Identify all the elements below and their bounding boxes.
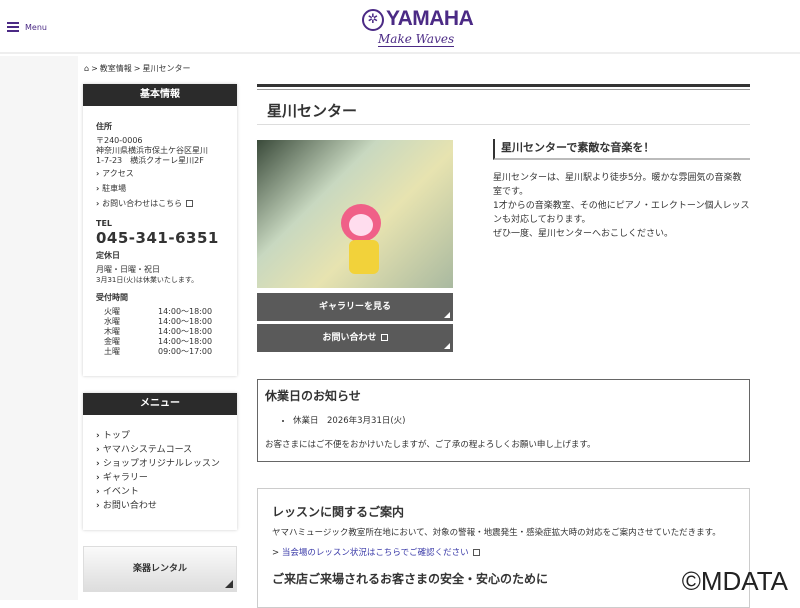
- breadcrumb: ⌂ > 教室情報 > 星川センター: [84, 63, 190, 74]
- menu-label: Menu: [25, 22, 47, 32]
- mascot-body: [349, 240, 379, 274]
- gallery-button-label: ギャラリーを見る: [318, 302, 391, 312]
- hours-time: 14:00〜18:00: [158, 327, 213, 336]
- divider: [257, 124, 750, 125]
- contact-button-label: お問い合わせ: [322, 333, 377, 343]
- breadcrumb-sep: >: [133, 64, 141, 73]
- menu-panel: メニュー トップ ヤマハシステムコース ショップオリジナルレッスン ギャラリー …: [83, 393, 237, 530]
- home-icon[interactable]: ⌂: [84, 64, 89, 73]
- hours-label: 受付時間: [96, 293, 128, 302]
- title-rule: [257, 84, 750, 90]
- external-link-icon: [472, 549, 480, 556]
- logo-text: YAMAHA: [386, 7, 474, 30]
- tel-label: TEL: [96, 219, 113, 228]
- menu-item-event[interactable]: イベント: [96, 487, 224, 497]
- mascot-image: [341, 204, 381, 242]
- notice-heading: 休業日のお知らせ: [265, 389, 361, 403]
- safety-heading: ご来店ご来場されるお客さまの安全・安心のために: [272, 572, 549, 586]
- lesson-info: レッスンに関するご案内 ヤマハミュージック教室所在地において、対象の警報・地震発…: [257, 488, 750, 608]
- tuning-fork-icon: ✲: [362, 9, 384, 31]
- address-line: 1-7-23 横浜クオーレ星川2F: [96, 156, 204, 165]
- hours-day: 火曜: [104, 307, 120, 316]
- breadcrumb-item[interactable]: 教室情報: [100, 63, 132, 74]
- hours-time: 09:00〜17:00: [158, 347, 213, 356]
- postal-code: 〒240-0006: [96, 136, 143, 145]
- intro-line: ぜひ一度、星川センターへおこしください。: [493, 229, 674, 239]
- parking-link[interactable]: 駐車場: [96, 184, 224, 194]
- hours-day: 木曜: [104, 327, 120, 336]
- access-link[interactable]: アクセス: [96, 169, 224, 179]
- external-link-icon: [380, 334, 388, 341]
- corner-arrow-icon: [444, 343, 450, 349]
- menu-item-system-course[interactable]: ヤマハシステムコース: [96, 445, 224, 455]
- hours-time: 14:00〜18:00: [158, 307, 213, 316]
- center-photo: [257, 140, 453, 288]
- logo-tagline: Make Waves: [378, 32, 455, 47]
- notice-item: 休業日 2026年3月31日(火): [293, 414, 742, 426]
- basic-info-panel: 基本情報 住所 〒240-0006 神奈川県横浜市保土ケ谷区星川 1-7-23 …: [83, 84, 237, 376]
- intro-line: 星川センターは、星川駅より徒歩5分。暖かな雰囲気の音楽教室です。: [493, 173, 742, 197]
- menu-item-contact[interactable]: お問い合わせ: [96, 501, 224, 511]
- lesson-status-label: 当会場のレッスン状況はこちらでご確認ください: [281, 548, 469, 558]
- hours-table: 火曜 14:00〜18:00 水曜 14:00〜18:00 木曜 14:00〜18:0…: [96, 307, 224, 357]
- closed-note: 3月31日(火)は休業いたします。: [96, 276, 199, 284]
- corner-arrow-icon: [225, 580, 233, 588]
- panel-heading: メニュー: [83, 393, 237, 415]
- phone-number[interactable]: 045-341-6351: [96, 231, 224, 246]
- address-line: 神奈川県横浜市保土ケ谷区星川: [96, 146, 208, 155]
- left-gutter: [0, 56, 78, 600]
- hamburger-icon: [7, 22, 19, 32]
- yamaha-logo[interactable]: ✲ YAMAHA Make Waves: [362, 7, 474, 49]
- menu-item-gallery[interactable]: ギャラリー: [96, 473, 224, 483]
- hours-day: 土曜: [104, 347, 120, 356]
- address-label: 住所: [96, 122, 112, 131]
- closed-label: 定休日: [96, 251, 120, 260]
- breadcrumb-current: 星川センター: [142, 64, 191, 73]
- closed-days: 月曜・日曜・祝日: [96, 265, 160, 274]
- contact-link[interactable]: お問い合わせはこちら: [96, 199, 224, 209]
- contact-button[interactable]: お問い合わせ: [257, 324, 453, 352]
- breadcrumb-sep: >: [91, 64, 98, 73]
- corner-arrow-icon: [444, 312, 450, 318]
- notice-text: お客さまにはご不便をおかけいたしますが、ご了承の程よろしくお願い申し上げます。: [265, 440, 596, 450]
- site-header: Menu ✲ YAMAHA Make Waves: [0, 0, 800, 54]
- intro-text: 星川センターは、星川駅より徒歩5分。暖かな雰囲気の音楽教室です。 1才からの音楽…: [493, 171, 750, 241]
- rental-button[interactable]: 楽器レンタル: [83, 546, 237, 592]
- closure-notice: 休業日のお知らせ 休業日 2026年3月31日(火) お客さまにはご不便をおかけ…: [257, 379, 750, 462]
- page-title: 星川センター: [267, 102, 358, 120]
- contact-link-label: お問い合わせはこちら: [102, 199, 183, 208]
- hours-day: 金曜: [104, 337, 120, 346]
- hours-time: 14:00〜18:00: [158, 337, 213, 346]
- panel-heading: 基本情報: [83, 84, 237, 106]
- menu-item-original-lesson[interactable]: ショップオリジナルレッスン: [96, 459, 224, 469]
- gallery-button[interactable]: ギャラリーを見る: [257, 293, 453, 321]
- lesson-status-link[interactable]: 当会場のレッスン状況はこちらでご確認ください: [272, 546, 735, 558]
- hours-day: 水曜: [104, 317, 120, 326]
- hours-time: 14:00〜18:00: [158, 317, 213, 326]
- intro-heading: 星川センターで素敵な音楽を！: [493, 139, 750, 160]
- lesson-heading: レッスンに関するご案内: [272, 505, 405, 519]
- rental-label: 楽器レンタル: [132, 564, 187, 574]
- watermark: ©MDATA: [681, 566, 788, 596]
- menu-item-top[interactable]: トップ: [96, 431, 224, 441]
- menu-button[interactable]: Menu: [7, 22, 47, 32]
- intro-line: 1才からの音楽教室、その他にピアノ・エレクトーン個人レッスンも対応しております。: [493, 201, 750, 225]
- external-link-icon: [186, 200, 194, 207]
- lesson-text: ヤマハミュージック教室所在地において、対象の警報・地震発生・感染症拡大時の対応を…: [272, 528, 721, 538]
